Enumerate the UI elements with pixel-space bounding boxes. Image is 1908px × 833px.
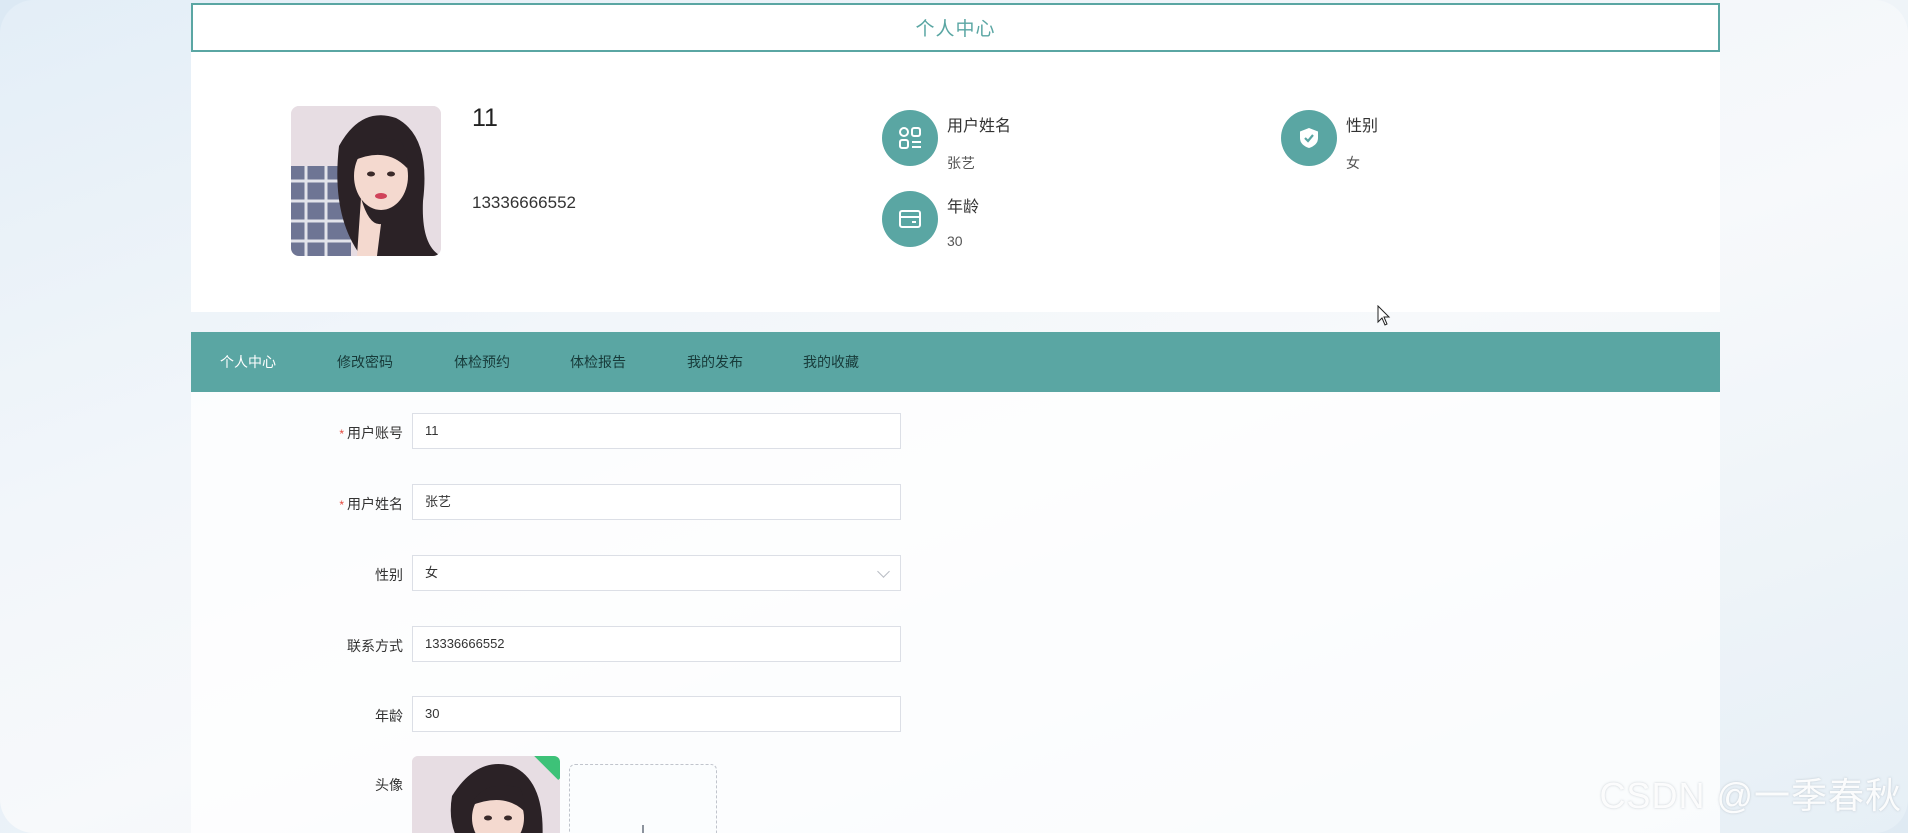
grid-list-icon [882, 110, 938, 166]
tab-exam-appointment[interactable]: 体检预约 [454, 332, 510, 392]
contact-label: 联系方式 [347, 638, 403, 654]
avatar-thumb-image [412, 756, 560, 833]
avatar [291, 106, 441, 256]
avatar-label: 头像 [375, 777, 403, 793]
avatar-upload-button[interactable] [569, 764, 717, 833]
page-title-text: 个人中心 [915, 19, 996, 40]
info-label-name: 用户姓名 [947, 118, 1012, 135]
screen-frame: 个人中心 11 13336666552 用户姓名 张艺 性别 女 年龄 30 个… [0, 0, 1908, 833]
profile-form: * 用户账号 11 * 用户姓名 张艺 性别 女 联系方式 13336666552 … [191, 392, 1720, 833]
shield-check-icon [1281, 110, 1337, 166]
contact-input[interactable]: 13336666552 [412, 626, 901, 662]
name-input[interactable]: 张艺 [412, 484, 901, 520]
tab-personal-center[interactable]: 个人中心 [220, 332, 276, 392]
profile-tab-bar: 个人中心 修改密码 体检预约 体检报告 我的发布 我的收藏 [191, 332, 1720, 392]
info-value-age: 30 [947, 233, 963, 249]
tab-my-posts[interactable]: 我的发布 [687, 332, 743, 392]
account-input[interactable]: 11 [412, 413, 901, 449]
avatar-image [291, 106, 441, 256]
gender-label: 性别 [375, 567, 403, 583]
tab-my-favorites[interactable]: 我的收藏 [803, 332, 859, 392]
info-value-gender: 女 [1346, 155, 1360, 171]
required-mark: * [339, 498, 344, 512]
age-input[interactable]: 30 [412, 696, 901, 732]
chevron-down-icon [877, 565, 890, 578]
profile-username: 11 [472, 104, 498, 132]
profile-card: 11 13336666552 用户姓名 张艺 性别 女 年龄 30 [191, 52, 1720, 312]
tab-change-password[interactable]: 修改密码 [337, 332, 393, 392]
info-label-gender: 性别 [1346, 118, 1379, 135]
plus-icon [642, 825, 644, 833]
avatar-upload-thumb[interactable] [412, 756, 560, 833]
account-label: * 用户账号 [339, 425, 403, 441]
info-label-age: 年龄 [947, 199, 980, 216]
mouse-cursor-icon [1377, 305, 1391, 326]
name-label: * 用户姓名 [339, 496, 403, 512]
info-value-name: 张艺 [947, 155, 975, 171]
watermark-text: CSDN @一季春秋 [1599, 775, 1902, 816]
required-mark: * [339, 427, 344, 441]
card-icon [882, 191, 938, 247]
page-title: 个人中心 [191, 3, 1720, 52]
tab-exam-report[interactable]: 体检报告 [570, 332, 626, 392]
age-label: 年龄 [375, 708, 403, 724]
profile-phone: 13336666552 [472, 193, 577, 212]
gender-select-value: 女 [425, 565, 439, 580]
gender-select[interactable]: 女 [412, 555, 901, 591]
page-container: 个人中心 11 13336666552 用户姓名 张艺 性别 女 年龄 30 个… [191, 0, 1720, 833]
